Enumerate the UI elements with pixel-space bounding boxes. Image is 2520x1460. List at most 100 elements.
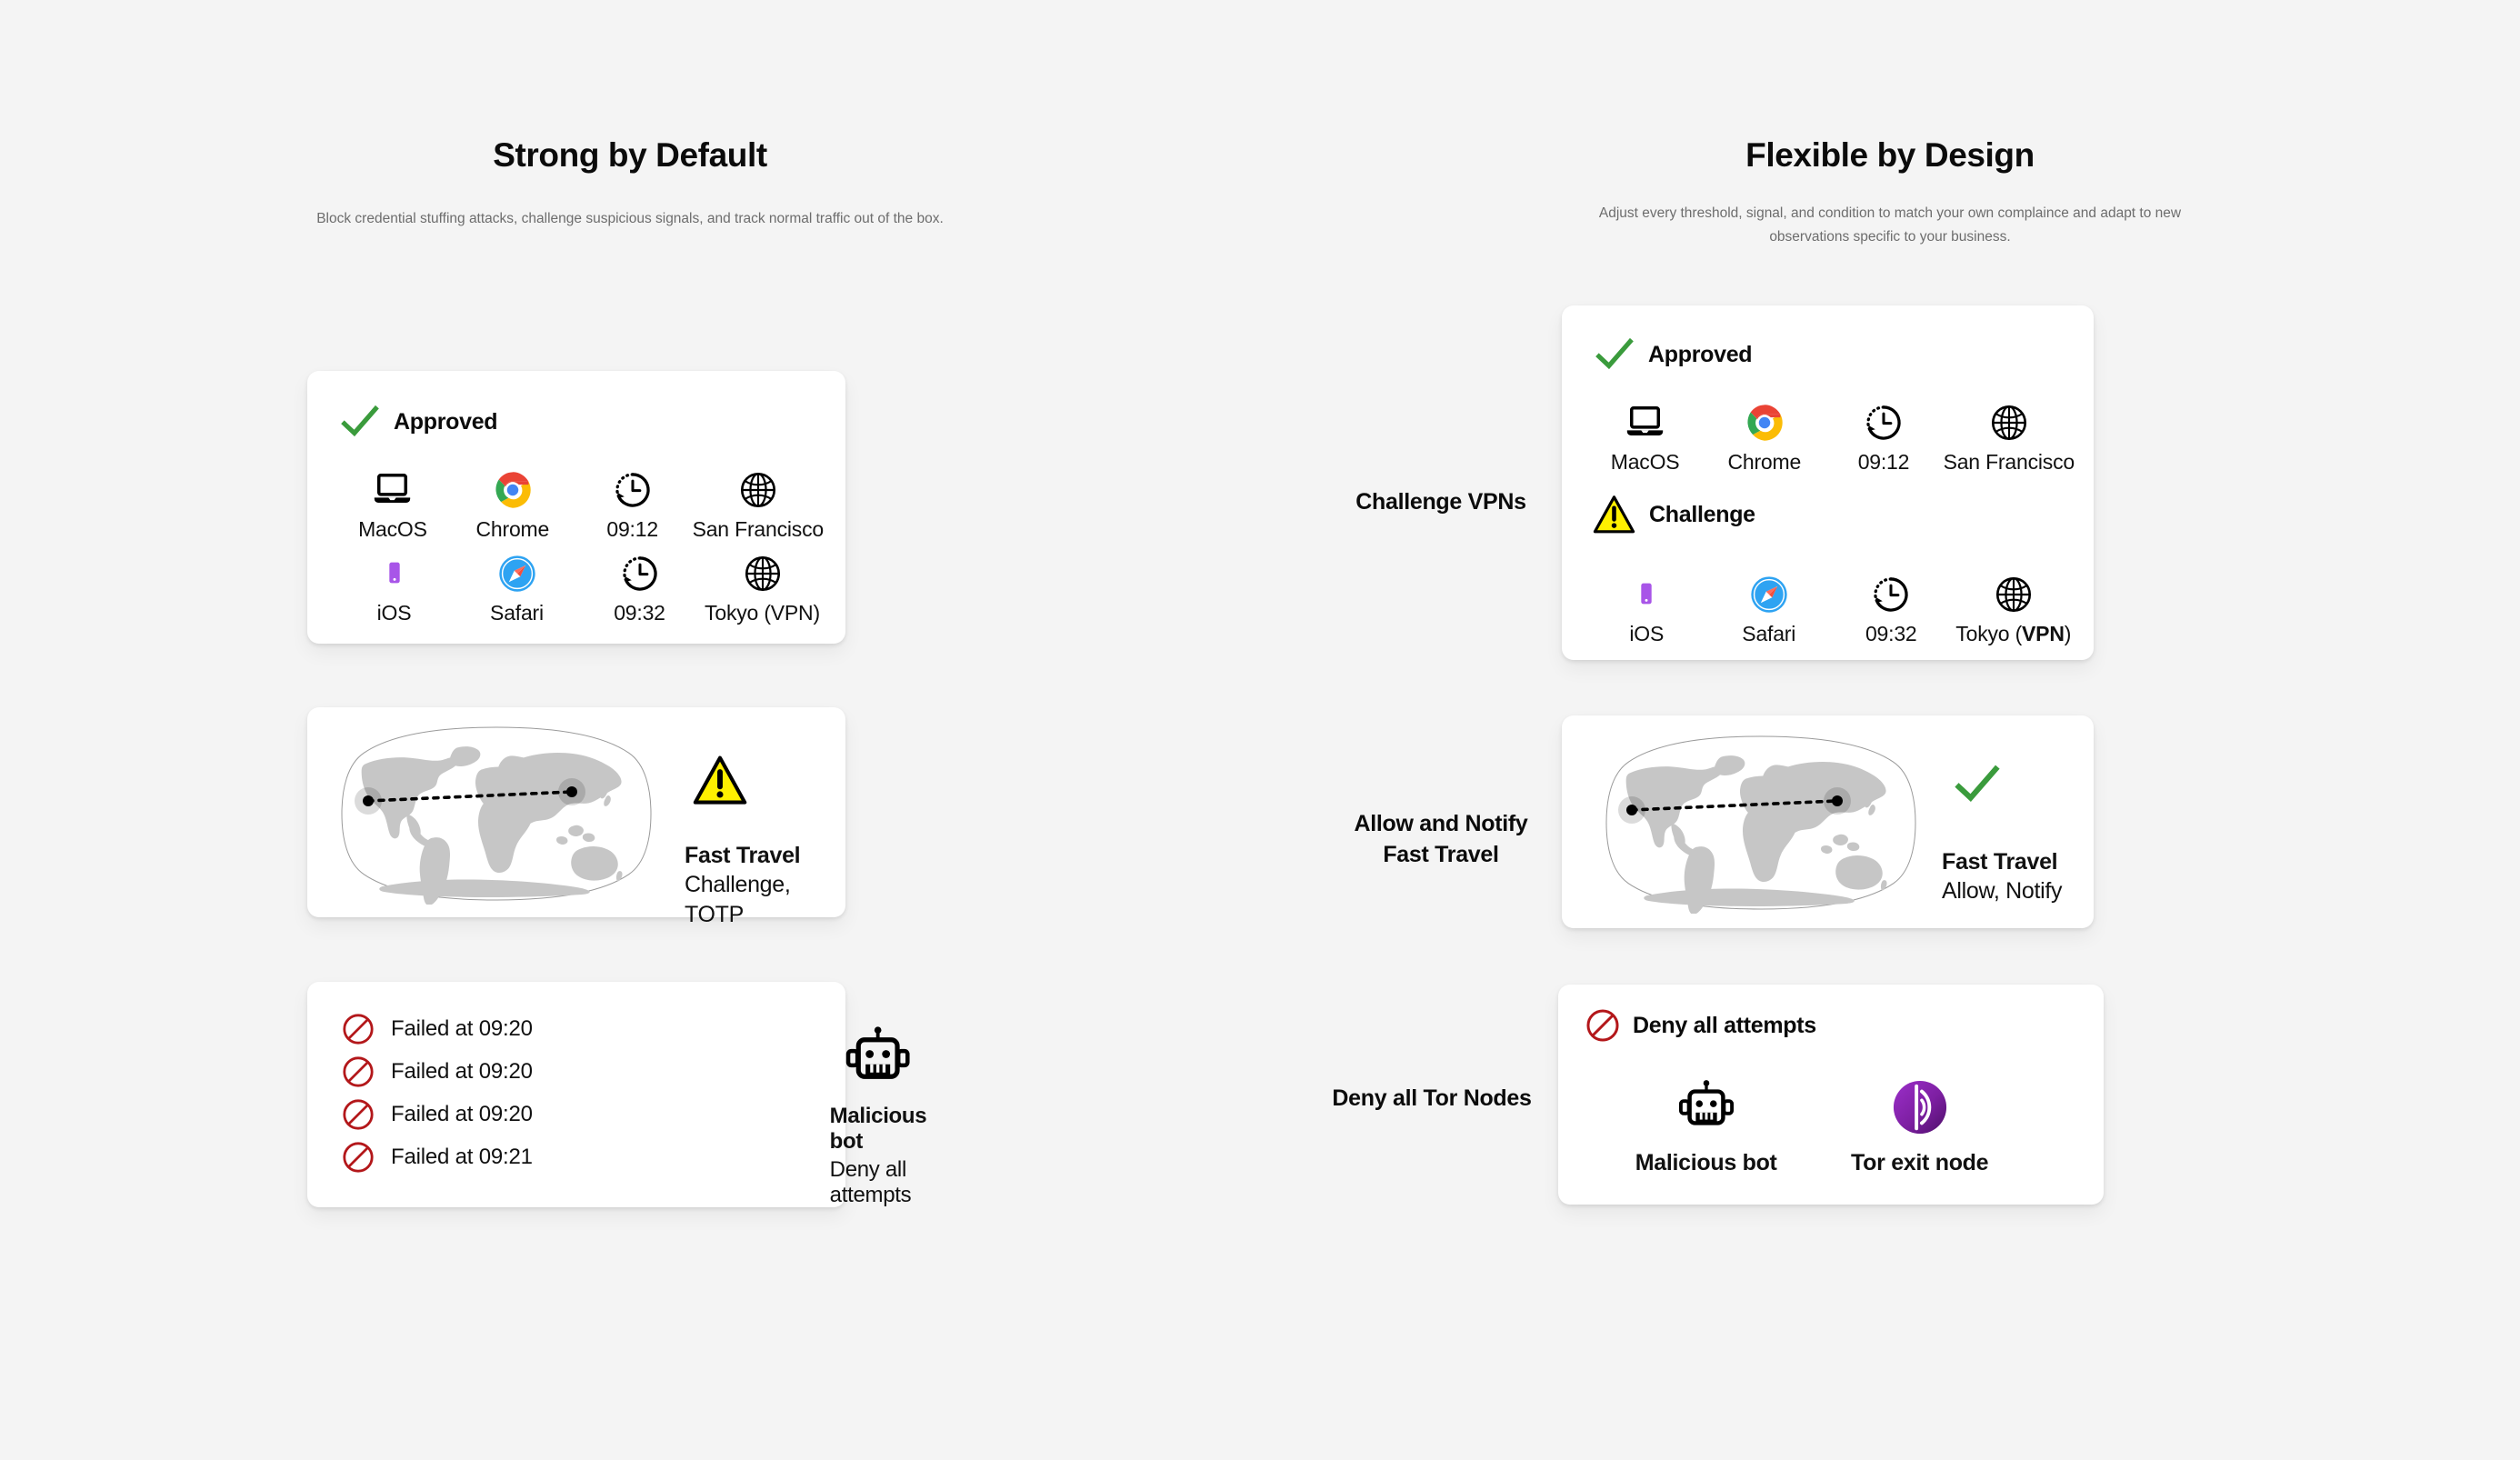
device-label: iOS <box>376 601 412 625</box>
device-label: 09:32 <box>614 601 665 625</box>
check-icon <box>1595 335 1635 375</box>
prohibited-icon <box>342 1098 375 1131</box>
prohibited-icon <box>1585 1008 1620 1043</box>
device-label: 09:12 <box>606 517 658 541</box>
chrome-icon <box>1745 393 1784 442</box>
failed-attempt-text: Failed at 09:20 <box>391 1058 533 1084</box>
device-cell[interactable]: San Francisco <box>693 460 824 542</box>
annotation-text: Deny all Tor Nodes <box>1332 1085 1532 1111</box>
list-item[interactable]: Failed at 09:20 <box>342 1050 533 1093</box>
device-cell[interactable]: MacOS <box>1585 393 1705 475</box>
device-label: 09:12 <box>1857 450 1910 474</box>
failed-attempt-text: Failed at 09:20 <box>391 1101 533 1126</box>
device-label: San Francisco <box>692 517 825 541</box>
right-challenge-label: Challenge <box>1649 502 1755 527</box>
right-devices-row-1: MacOS Chrome 09:12 San Francisco <box>1585 393 2075 475</box>
device-cell[interactable]: 09:12 <box>573 460 693 542</box>
check-icon <box>1953 761 2002 808</box>
clock-history-icon <box>1865 393 1903 442</box>
warning-triangle-icon <box>1593 495 1635 535</box>
right-column-subtitle: Adjust every threshold, signal, and cond… <box>1260 202 2520 248</box>
left-threat-title: Malicious bot <box>829 1104 927 1154</box>
right-threat-list: Malicious bot Tor exit node <box>1598 1079 2025 1176</box>
device-cell[interactable]: Safari <box>455 544 578 625</box>
annotation-text: Challenge VPNs <box>1355 489 1526 515</box>
phone-icon <box>383 544 406 593</box>
clock-history-icon <box>1872 565 1910 614</box>
chrome-icon <box>494 460 532 509</box>
right-column-subtitle-text: Adjust every threshold, signal, and cond… <box>1598 205 2182 245</box>
right-deny-status: Deny all attempts <box>1585 1008 1816 1043</box>
right-devices-row-2: iOS Safari 09:32 Tokyo (VPN) <box>1585 565 2075 646</box>
device-cell[interactable]: MacOS <box>333 460 453 542</box>
left-map-verdict: Fast Travel Challenge, TOTP <box>685 755 845 929</box>
annotation-challenge-vpns: Challenge VPNs <box>1291 487 1591 518</box>
left-devices-status: Approved <box>340 402 498 442</box>
right-approved-label: Approved <box>1648 341 1753 367</box>
device-cell[interactable]: iOS <box>1585 565 1708 646</box>
device-cell[interactable]: 09:12 <box>1824 393 1943 475</box>
device-label: Chrome <box>1727 450 1802 474</box>
list-item[interactable]: Failed at 09:21 <box>342 1135 533 1178</box>
device-label: MacOS <box>1610 450 1680 474</box>
vpn-bold: VPN <box>2022 622 2065 645</box>
right-map-title: Fast Travel <box>1942 849 2058 875</box>
left-threat-subtitle: Deny all attempts <box>829 1157 912 1207</box>
left-devices-status-label: Approved <box>394 408 498 435</box>
threat-item[interactable]: Tor exit node <box>1851 1079 1989 1176</box>
device-label: Tokyo (VPN) <box>705 601 820 625</box>
device-cell[interactable]: San Francisco <box>1944 393 2075 475</box>
device-cell[interactable]: 09:32 <box>1830 565 1953 646</box>
device-label: San Francisco <box>1943 450 2075 474</box>
globe-icon <box>1995 565 2033 614</box>
prohibited-icon <box>342 1013 375 1045</box>
annotation-text-line1: Allow and Notify <box>1354 811 1528 836</box>
check-icon <box>340 402 380 442</box>
device-label: Safari <box>490 601 544 625</box>
safari-icon <box>1750 565 1788 614</box>
device-label-vpn: Tokyo (VPN) <box>1955 622 2071 646</box>
right-map-verdict: Fast Travel Allow, Notify <box>1942 761 2063 906</box>
annotation-allow-notify-fast-travel: Allow and Notify Fast Travel <box>1291 809 1591 871</box>
device-cell[interactable]: Tokyo (VPN) <box>1953 565 2075 646</box>
device-cell[interactable]: Chrome <box>1705 393 1824 475</box>
right-challenge-status: Challenge <box>1593 495 1755 535</box>
left-column-title: Strong by Default <box>493 136 767 174</box>
device-cell[interactable]: Chrome <box>453 460 573 542</box>
device-label: MacOS <box>358 517 427 541</box>
device-label: Chrome <box>475 517 550 541</box>
threat-item[interactable]: Malicious bot <box>1635 1079 1777 1176</box>
left-column-subtitle-text: Block credential stuffing attacks, chall… <box>316 211 944 226</box>
device-label: Safari <box>1742 622 1796 645</box>
right-deny-label: Deny all attempts <box>1633 1012 1816 1038</box>
tor-onion-icon <box>1892 1079 1948 1135</box>
device-cell[interactable]: Tokyo (VPN) <box>701 544 824 625</box>
list-item[interactable]: Failed at 09:20 <box>342 1007 533 1050</box>
left-devices-card: Approved MacOS Chrome 09:12 San Francisc… <box>307 371 845 644</box>
failed-attempt-text: Failed at 09:20 <box>391 1015 533 1041</box>
globe-icon <box>739 460 777 509</box>
device-cell[interactable]: iOS <box>333 544 455 625</box>
vpn-prefix: Tokyo ( <box>1955 622 2023 645</box>
prohibited-icon <box>342 1141 375 1174</box>
safari-icon <box>498 544 536 593</box>
right-column-title: Flexible by Design <box>1745 136 2035 174</box>
threat-label: Malicious bot <box>1635 1150 1777 1175</box>
right-deny-card: Deny all attempts Malicious bot Tor exit… <box>1558 985 2104 1205</box>
device-cell[interactable]: Safari <box>1708 565 1831 646</box>
fast-travel-route <box>355 778 585 815</box>
device-label: iOS <box>1629 622 1665 645</box>
device-cell[interactable]: 09:32 <box>578 544 701 625</box>
threat-label: Tor exit node <box>1851 1150 1989 1175</box>
laptop-icon <box>1625 393 1665 442</box>
globe-icon <box>1990 393 2028 442</box>
left-map-card: Fast Travel Challenge, TOTP <box>307 707 845 927</box>
failed-attempts-list: Failed at 09:20 Failed at 09:20 Failed a… <box>342 1007 533 1178</box>
left-map-title: Fast Travel <box>685 843 801 868</box>
annotation-deny-all-tor-nodes: Deny all Tor Nodes <box>1273 1084 1591 1115</box>
left-devices-row-1: MacOS Chrome 09:12 San Francisco <box>333 460 824 542</box>
list-item[interactable]: Failed at 09:20 <box>342 1093 533 1135</box>
failed-attempt-text: Failed at 09:21 <box>391 1144 533 1169</box>
left-column-subtitle: Block credential stuffing attacks, chall… <box>0 207 1260 231</box>
left-map-subtitle: Challenge, TOTP <box>685 872 791 927</box>
